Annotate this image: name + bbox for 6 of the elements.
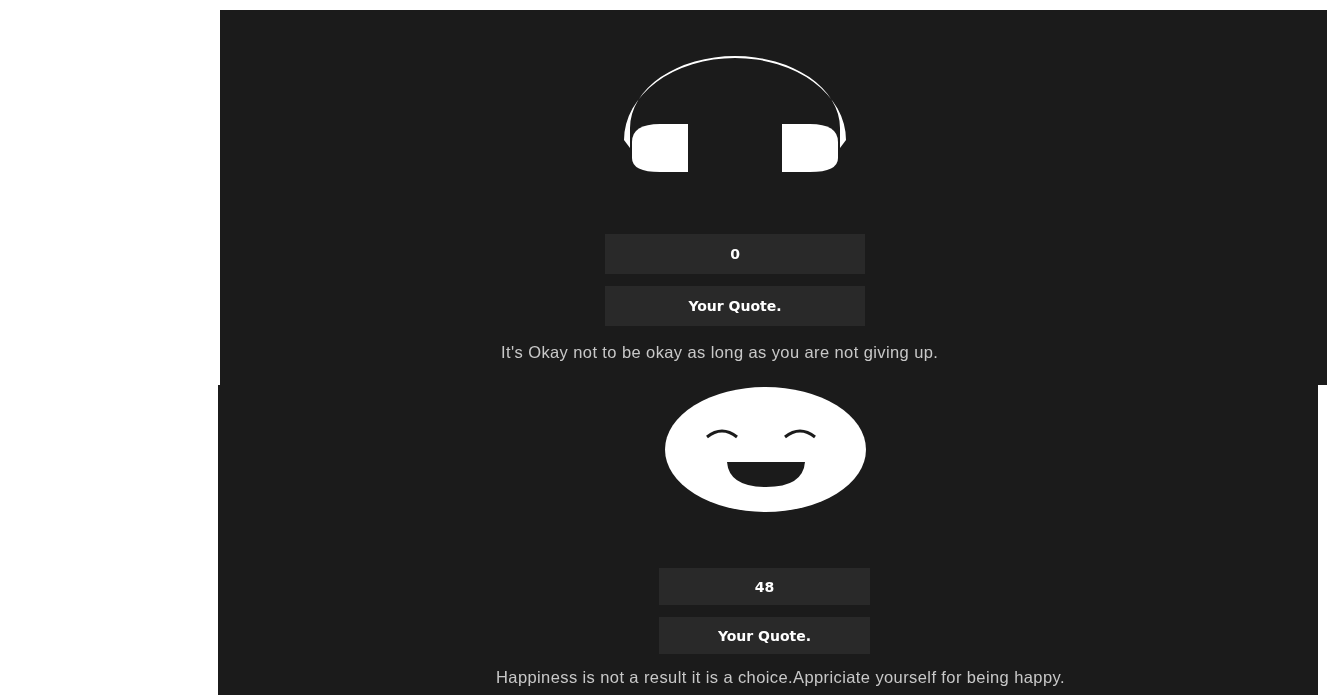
quote-text: It's Okay not to be okay as long as you are not giving up. (501, 343, 939, 362)
quote-text: Happiness is not a result it is a choice.Appriciate yourself for being happy. (496, 668, 1065, 687)
your-quote-button[interactable]: Your Quote. (605, 286, 865, 326)
counter-display: 48 (659, 568, 870, 605)
your-quote-button[interactable]: Your Quote. (659, 617, 870, 654)
counter-display: 0 (605, 234, 865, 274)
